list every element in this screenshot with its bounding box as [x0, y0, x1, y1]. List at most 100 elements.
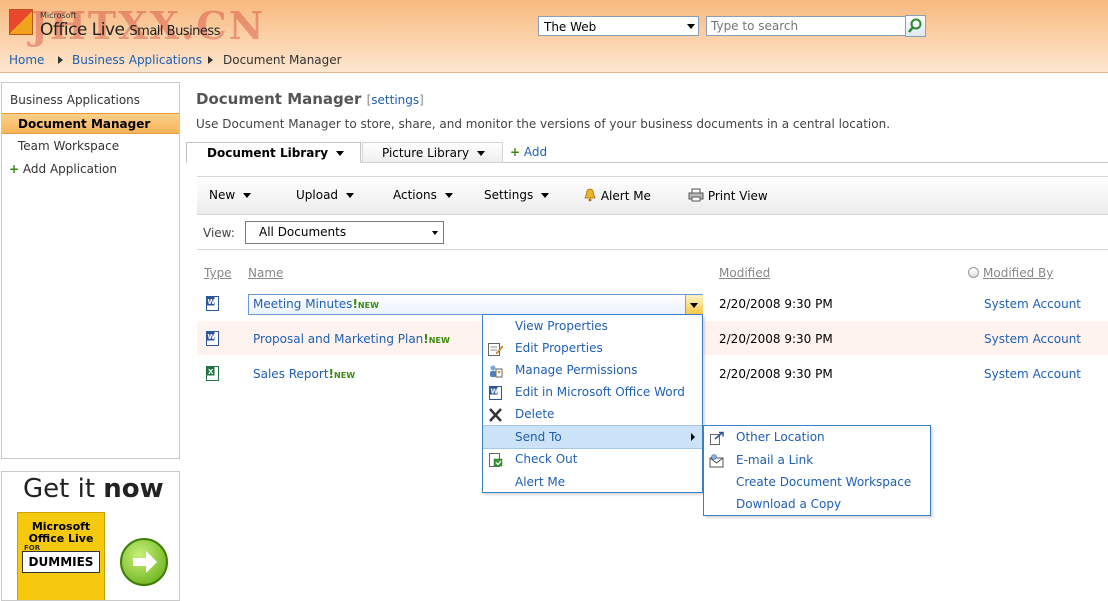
document-author[interactable]: System Account — [984, 367, 1081, 381]
bell-icon — [583, 188, 597, 205]
menu-alert-me[interactable]: Alert Me — [483, 471, 702, 493]
document-name[interactable]: Meeting Minutes!NEW — [253, 297, 379, 311]
book-title: Microsoft Office Live — [28, 520, 94, 545]
settings-menu-button[interactable]: Settings — [484, 188, 550, 202]
breadcrumb-current: Document Manager — [223, 53, 342, 67]
actions-label: Actions — [393, 188, 437, 202]
menu-check-out[interactable]: Check Out — [483, 448, 702, 470]
svg-text:X: X — [208, 368, 214, 376]
email-icon — [709, 453, 725, 468]
plus-icon: + — [510, 145, 521, 159]
menu-label: Edit Properties — [515, 341, 603, 355]
arrow-right-icon — [133, 551, 157, 573]
ad-banner[interactable]: Get it now Microsoft Office Live FOR DUM… — [1, 471, 180, 601]
chevron-right-icon — [691, 433, 695, 441]
chevron-down-icon — [432, 231, 438, 235]
menu-send-to[interactable]: Send To — [483, 425, 702, 449]
nav-item-team-workspace[interactable]: Team Workspace — [2, 136, 179, 157]
search-scope-select[interactable]: The Web — [538, 16, 699, 36]
permissions-icon — [488, 363, 503, 378]
view-select[interactable]: All Documents — [245, 221, 444, 244]
breadcrumb-business-applications[interactable]: Business Applications — [72, 53, 202, 67]
column-header-modified-by[interactable]: Modified By — [983, 266, 1053, 280]
nav-item-document-manager[interactable]: Document Manager — [2, 113, 179, 134]
ad-title-a: Get it — [23, 474, 104, 504]
search-input[interactable] — [706, 16, 906, 36]
nav-header-business-applications[interactable]: Business Applications — [2, 90, 179, 111]
document-author[interactable]: System Account — [984, 297, 1081, 311]
menu-delete[interactable]: Delete — [483, 403, 702, 425]
nav-add-application[interactable]: + Add Application — [2, 159, 179, 180]
menu-view-properties[interactable]: View Properties — [483, 315, 702, 337]
document-name-text: Proposal and Marketing Plan — [253, 332, 424, 346]
menu-label: Delete — [515, 407, 555, 421]
send-to-submenu: Other Location E-mail a Link Create Docu… — [703, 425, 931, 516]
chevron-down-icon — [346, 193, 355, 198]
menu-edit-in-word[interactable]: W Edit in Microsoft Office Word — [483, 381, 702, 403]
breadcrumb-separator-icon — [58, 56, 63, 64]
book-series: DUMMIES — [22, 551, 100, 573]
chevron-down-icon — [336, 151, 345, 156]
go-arrow-icon[interactable] — [120, 538, 168, 586]
search-scope-value: The Web — [544, 20, 597, 34]
breadcrumb-separator-icon — [208, 56, 213, 64]
menu-edit-properties[interactable]: Edit Properties — [483, 337, 702, 359]
svg-text:W: W — [208, 298, 216, 306]
menu-label: Alert Me — [515, 475, 566, 489]
menu-label: Other Location — [736, 430, 825, 444]
upload-label: Upload — [296, 188, 339, 202]
menu-label: Edit in Microsoft Office Word — [515, 385, 685, 399]
view-label: View: — [203, 226, 235, 240]
search-button[interactable] — [905, 15, 926, 37]
actions-menu-button[interactable]: Actions — [393, 188, 453, 202]
item-menu-button[interactable] — [685, 295, 703, 314]
upload-menu-button[interactable]: Upload — [296, 188, 355, 202]
document-name[interactable]: Proposal and Marketing Plan!NEW — [253, 332, 450, 346]
column-header-type[interactable]: Type — [204, 266, 232, 280]
nav-add-application-label: Add Application — [22, 162, 117, 176]
new-menu-button[interactable]: New — [209, 188, 252, 202]
menu-label: E-mail a Link — [736, 453, 814, 467]
book-cover: Microsoft Office Live FOR DUMMIES — [17, 512, 105, 600]
breadcrumb-home[interactable]: Home — [9, 53, 44, 67]
ad-title: Get it now — [23, 474, 164, 504]
search-icon — [908, 18, 922, 33]
document-author[interactable]: System Account — [984, 332, 1081, 346]
document-modified: 2/20/2008 9:30 PM — [719, 332, 833, 346]
brand-microsoft: Microsoft — [40, 11, 77, 20]
excel-doc-icon[interactable]: X — [206, 366, 219, 381]
settings-label: Settings — [484, 188, 534, 202]
print-view-button[interactable]: Print View — [688, 188, 768, 205]
column-header-name[interactable]: Name — [248, 266, 283, 280]
chevron-down-icon — [477, 151, 486, 156]
view-select-value: All Documents — [259, 225, 347, 239]
menu-download-a-copy[interactable]: Download a Copy — [704, 493, 930, 515]
delete-icon — [488, 407, 503, 422]
menu-manage-permissions[interactable]: Manage Permissions — [483, 359, 702, 381]
new-badge: NEW — [428, 336, 450, 345]
page-description: Use Document Manager to store, share, an… — [196, 117, 891, 131]
menu-create-document-workspace[interactable]: Create Document Workspace — [704, 471, 930, 493]
presence-icon — [968, 267, 979, 278]
new-badge: NEW — [357, 301, 379, 310]
menu-other-location[interactable]: Other Location — [704, 426, 930, 448]
printer-icon — [688, 188, 704, 205]
brand-edition: Small Business — [129, 24, 220, 39]
document-name[interactable]: Sales Report!NEW — [253, 367, 355, 381]
tab-document-library[interactable]: Document Library — [186, 142, 361, 163]
column-header-modified[interactable]: Modified — [719, 266, 770, 280]
menu-label: Send To — [515, 430, 562, 444]
settings-link[interactable]: settings — [371, 93, 419, 107]
new-badge: NEW — [334, 371, 356, 380]
document-name-text: Sales Report — [253, 367, 329, 381]
menu-label: Download a Copy — [736, 497, 842, 511]
word-doc-icon[interactable]: W — [206, 331, 219, 346]
other-location-icon — [709, 430, 725, 445]
context-menu: View Properties Edit Properties Manage P… — [482, 314, 703, 493]
tab-picture-library[interactable]: Picture Library — [362, 142, 503, 163]
menu-email-a-link[interactable]: E-mail a Link — [704, 449, 930, 471]
tab-add[interactable]: + Add — [510, 142, 547, 163]
word-doc-icon[interactable]: W — [206, 296, 219, 311]
brand-title[interactable]: Office Live Small Business — [40, 20, 220, 40]
alert-me-button[interactable]: Alert Me — [583, 188, 651, 205]
